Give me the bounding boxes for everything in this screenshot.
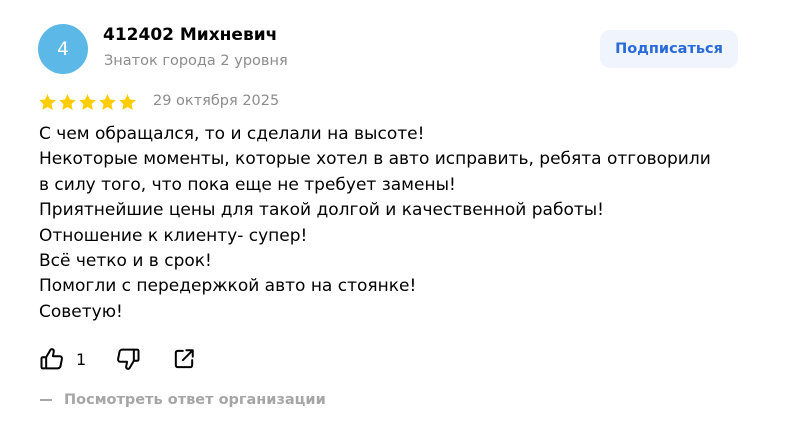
review-text-line: Некоторые моменты, которые хотел в авто … (39, 149, 711, 170)
review-text-line: Помогли с передержкой авто на стоянке! (39, 276, 417, 297)
author-badge: Знаток города 2 уровня (104, 53, 288, 69)
review-text-line: Отношение к клиенту- супер! (39, 225, 308, 246)
star-icon (59, 94, 76, 110)
avatar[interactable]: 4 (38, 24, 88, 74)
like-count: 1 (76, 349, 87, 369)
review-text-line: Всё четко и в срок! (39, 251, 212, 272)
review-text-line: Приятнейшие цены для такой долгой и каче… (39, 200, 604, 221)
dislike-button[interactable] (114, 345, 142, 373)
author-name[interactable]: 412402 Михневич (103, 25, 277, 45)
star-rating (38, 93, 137, 112)
review-text-line: в силу того, что пока еще не требует зам… (39, 174, 456, 195)
star-icon (99, 94, 116, 110)
review-text: С чем обращался, то и сделали на высоте!… (39, 122, 779, 325)
share-icon (174, 349, 194, 369)
star-icon (119, 94, 136, 110)
subscribe-button[interactable]: Подписаться (600, 30, 738, 68)
thumbs-down-icon (117, 348, 140, 370)
dash-icon (40, 399, 52, 401)
like-button[interactable]: 1 (38, 345, 86, 373)
star-icon (79, 94, 96, 110)
thumbs-up-icon (40, 348, 63, 370)
review-text-line: С чем обращался, то и сделали на высоте! (39, 124, 425, 144)
review-card: 4 412402 Михневич Знаток города 2 уровня… (0, 0, 808, 430)
avatar-letter: 4 (56, 38, 70, 60)
view-org-reply-label: Посмотреть ответ организации (64, 392, 326, 408)
review-text-line: Советую! (39, 301, 123, 322)
review-date: 29 октября 2025 (153, 93, 280, 109)
view-org-reply-link[interactable]: Посмотреть ответ организации (40, 392, 326, 408)
share-button[interactable] (170, 345, 198, 373)
star-icon (39, 94, 56, 110)
